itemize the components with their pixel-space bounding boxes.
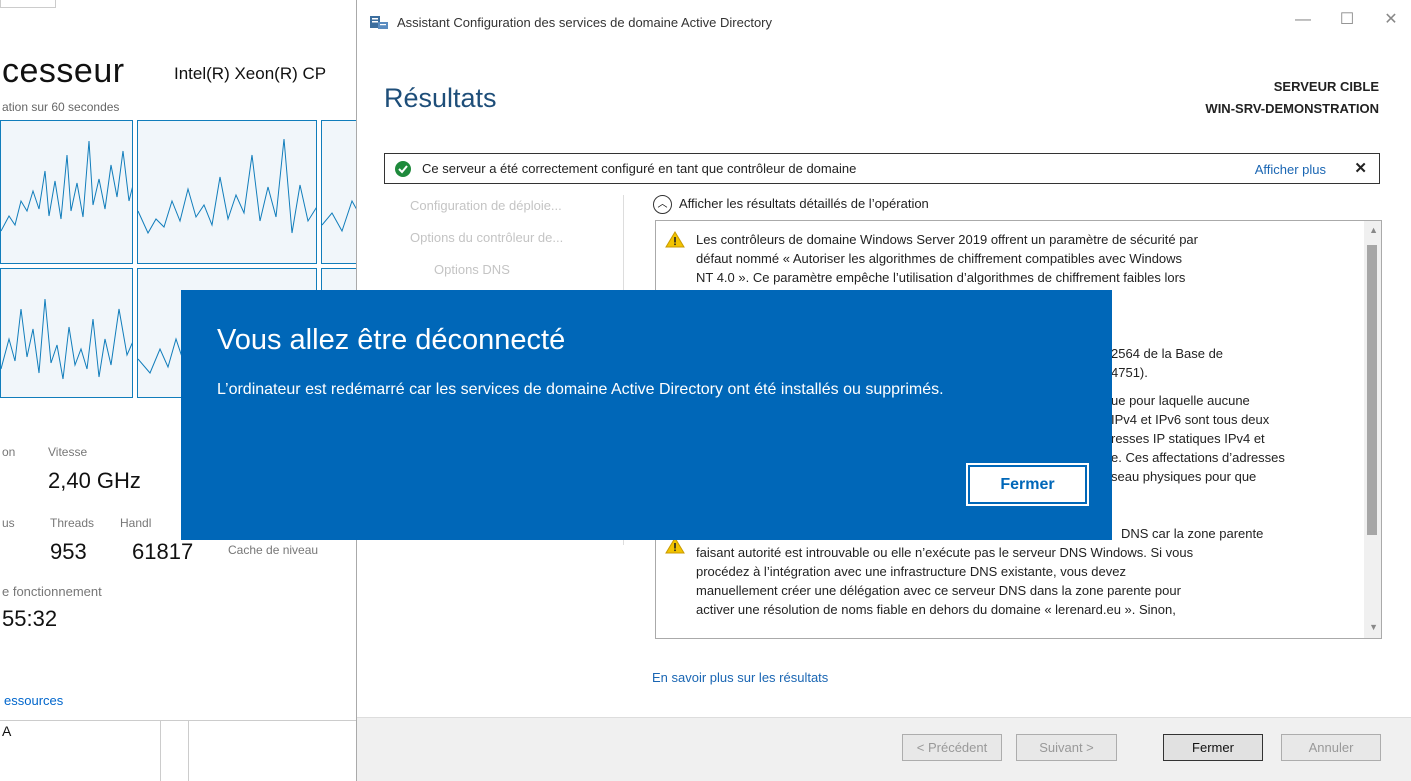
nav-item-dns-options[interactable]: Options DNS xyxy=(434,262,510,277)
target-server-label: SERVEUR CIBLE xyxy=(1273,79,1379,94)
cpu-graph xyxy=(0,120,133,264)
success-notification-bar: Ce serveur a été correctement configuré … xyxy=(384,153,1380,184)
message-line: Les contrôleurs de domaine Windows Serve… xyxy=(696,232,1198,247)
stat-label: us xyxy=(2,516,15,530)
message-line: resses IP statiques IPv4 et xyxy=(1111,431,1265,446)
window-title: Assistant Configuration des services de … xyxy=(397,15,773,30)
cpu-graph xyxy=(321,120,359,264)
resource-monitor-link[interactable]: essources xyxy=(4,693,63,708)
result-message: 2564 de la Base de 4751). xyxy=(1111,344,1331,382)
nav-item-deployment-config[interactable]: Configuration de déploie... xyxy=(410,198,562,213)
scroll-up-icon[interactable]: ▲ xyxy=(1369,225,1378,235)
result-message: Les contrôleurs de domaine Windows Serve… xyxy=(696,230,1346,287)
maximize-icon[interactable]: ☐ xyxy=(1327,8,1367,32)
column-letter: A xyxy=(2,723,12,739)
title-bar[interactable]: Assistant Configuration des services de … xyxy=(357,0,1411,44)
details-header[interactable]: Afficher les résultats détaillés de l’op… xyxy=(679,196,929,211)
message-line: 4751). xyxy=(1111,365,1148,380)
collapse-details-icon[interactable]: ︿ xyxy=(653,195,672,214)
message-line: 2564 de la Base de xyxy=(1111,346,1224,361)
message-line: procédez à l’intégration avec une infras… xyxy=(696,564,1126,579)
page-title: Résultats xyxy=(384,83,497,113)
notification-message: L’ordinateur est redémarré car les servi… xyxy=(217,381,944,398)
stat-label: on xyxy=(2,445,16,459)
message-line: défaut nommé « Autoriser les algorithmes… xyxy=(696,251,1183,266)
message-line: ue pour laquelle aucune xyxy=(1111,393,1250,408)
speed-value: 2,40 GHz xyxy=(48,468,141,493)
column-divider xyxy=(160,721,161,781)
task-manager-tab[interactable] xyxy=(0,0,56,8)
sign-out-notification: Vous allez être déconnecté L’ordinateur … xyxy=(181,290,1112,540)
message-line: e. Ces affectations d’adresses xyxy=(1111,450,1285,465)
warning-icon xyxy=(665,231,685,248)
cpu-graph xyxy=(137,120,317,264)
cpu-model-name: Intel(R) Xeon(R) CP xyxy=(174,64,327,83)
result-message: ue pour laquelle aucune IPv4 et IPv6 son… xyxy=(1111,391,1351,486)
column-divider xyxy=(188,721,189,781)
target-server-name: WIN-SRV-DEMONSTRATION xyxy=(1205,101,1379,116)
cpu-utilization-subtitle: ation sur 60 secondes xyxy=(2,100,120,114)
message-line: faisant autorité est introuvable ou elle… xyxy=(696,545,1194,560)
dismiss-notification-icon[interactable]: ✕ xyxy=(1354,159,1367,177)
success-message: Ce serveur a été correctement configuré … xyxy=(422,161,857,176)
close-window-icon[interactable]: ✕ xyxy=(1371,8,1411,32)
minimize-icon[interactable]: — xyxy=(1283,8,1323,32)
vertical-scrollbar[interactable]: ▲ ▼ xyxy=(1364,221,1381,638)
task-manager-bottom-table: A xyxy=(0,720,359,781)
handles-value: 61817 xyxy=(132,539,194,564)
next-button[interactable]: Suivant > xyxy=(1016,734,1117,761)
previous-button[interactable]: < Précédent xyxy=(902,734,1002,761)
close-notification-label: Fermer xyxy=(968,465,1087,504)
message-line: activer une résolution de noms fiable en… xyxy=(696,602,1176,617)
show-more-link[interactable]: Afficher plus xyxy=(1255,162,1326,177)
success-check-icon xyxy=(395,161,411,177)
cancel-button[interactable]: Annuler xyxy=(1281,734,1381,761)
cache-label: Cache de niveau xyxy=(228,543,319,557)
server-manager-icon xyxy=(370,16,388,29)
cpu-title: cesseur xyxy=(2,52,125,90)
message-line: NT 4.0 ». Ce paramètre empêche l’utilisa… xyxy=(696,270,1186,285)
cpu-graph xyxy=(0,268,133,398)
handles-label: Handl xyxy=(120,516,152,530)
message-line: IPv4 et IPv6 sont tous deux xyxy=(1111,412,1270,427)
threads-value: 953 xyxy=(50,539,87,564)
uptime-label: e fonctionnement xyxy=(2,584,102,599)
close-button[interactable]: Fermer xyxy=(1163,734,1263,761)
uptime-value: 55:32 xyxy=(2,606,58,631)
threads-label: Threads xyxy=(50,516,95,530)
close-notification-button[interactable]: Fermer xyxy=(966,463,1089,506)
speed-label: Vitesse xyxy=(48,445,88,459)
notification-title: Vous allez être déconnecté xyxy=(217,324,566,356)
scroll-down-icon[interactable]: ▼ xyxy=(1369,622,1378,632)
learn-more-link[interactable]: En savoir plus sur les résultats xyxy=(652,670,828,685)
message-line: manuellement créer une délégation avec c… xyxy=(696,583,1181,598)
nav-item-dc-options[interactable]: Options du contrôleur de... xyxy=(410,230,563,245)
scrollbar-thumb[interactable] xyxy=(1367,245,1377,535)
message-line: seau physiques pour que xyxy=(1111,469,1257,484)
